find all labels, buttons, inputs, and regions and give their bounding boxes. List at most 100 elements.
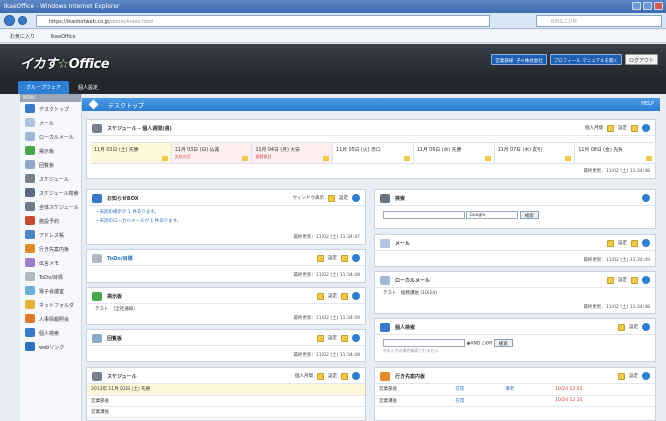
- refresh-icon[interactable]: [642, 124, 650, 132]
- add-schedule-icon[interactable]: [323, 156, 330, 161]
- edit-icon[interactable]: [341, 292, 348, 300]
- settings-link[interactable]: 設定: [328, 255, 337, 261]
- forward-button[interactable]: [18, 16, 27, 25]
- add-schedule-icon[interactable]: [565, 156, 572, 161]
- panel-title[interactable]: ToDo/目標: [107, 256, 133, 262]
- schedule-date-row[interactable]: 2013年 11月 02日 (土) 先勝: [87, 384, 365, 396]
- refresh-icon[interactable]: [352, 292, 360, 300]
- sidebar-item-person-search[interactable]: 個人検索: [20, 326, 81, 340]
- refresh-icon[interactable]: [352, 334, 360, 342]
- search-button[interactable]: 検索: [519, 211, 539, 219]
- sidebar-item-schedule-search[interactable]: スケジュール検索: [20, 186, 81, 200]
- notice-line[interactable]: ・未読のローカルメールが 1 件あります。: [95, 217, 357, 226]
- window-view-link[interactable]: ウィンドウ表示: [293, 195, 325, 201]
- sidebar-item-web-link[interactable]: webリンク: [20, 340, 81, 354]
- sidebar-item-schedule[interactable]: スケジュール: [20, 172, 81, 186]
- add-schedule-icon[interactable]: [242, 156, 249, 161]
- refresh-icon[interactable]: [352, 372, 360, 380]
- refresh-icon[interactable]: [642, 194, 650, 202]
- refresh-icon[interactable]: [352, 194, 360, 202]
- settings-link[interactable]: 設定: [618, 277, 627, 283]
- company-button[interactable]: 営業部様 ​ 子ㅌ株式会社: [491, 54, 547, 65]
- edit-icon[interactable]: [631, 124, 638, 132]
- add-schedule-icon[interactable]: [646, 156, 653, 161]
- edit-icon[interactable]: [341, 372, 348, 380]
- close-button[interactable]: [654, 2, 663, 10]
- favorite-tab[interactable]: IkaeOffice: [51, 34, 76, 40]
- person-search-input[interactable]: [383, 339, 465, 347]
- sidebar-item-memo[interactable]: 伝言メモ: [20, 256, 81, 270]
- settings-link[interactable]: 設定: [629, 373, 638, 379]
- web-search-input[interactable]: [383, 211, 465, 219]
- manual-button[interactable]: プロフィール マニュアルを開く: [549, 54, 622, 65]
- schedule-day-cell[interactable]: 11月 03日 (日) 仏滅 文化の日: [171, 143, 253, 163]
- schedule-day-cell[interactable]: 11月 04日 (月) 大安 振替休日: [252, 143, 334, 163]
- edit-icon[interactable]: [631, 239, 638, 247]
- logout-button[interactable]: ログアウト: [624, 54, 658, 65]
- settings-icon[interactable]: [618, 372, 625, 380]
- dest-extra[interactable]: [501, 395, 552, 407]
- edit-icon[interactable]: [341, 254, 348, 262]
- dest-status[interactable]: 在席: [451, 395, 502, 407]
- sidebar-item-circular[interactable]: 回覧板: [20, 158, 81, 172]
- dest-status[interactable]: 在席: [451, 384, 502, 396]
- maximize-button[interactable]: [643, 2, 652, 10]
- settings-link[interactable]: 設定: [328, 335, 337, 341]
- settings-link[interactable]: 設定: [629, 324, 638, 330]
- sidebar-item-board[interactable]: 掲示板: [20, 144, 81, 158]
- refresh-icon[interactable]: [642, 323, 650, 331]
- person-search-button[interactable]: 検索: [493, 339, 513, 347]
- sidebar-item-todo[interactable]: ToDo/目標: [20, 270, 81, 284]
- sidebar-item-mail[interactable]: メール: [20, 116, 81, 130]
- back-button[interactable]: [4, 15, 15, 26]
- refresh-icon[interactable]: [352, 254, 360, 262]
- sidebar-item-facility[interactable]: 施設予約: [20, 214, 81, 228]
- favorites-button[interactable]: お気に入り: [10, 34, 35, 40]
- personal-month-link[interactable]: 個人月間: [585, 125, 603, 131]
- local-mail-subject[interactable]: テスト: [383, 291, 397, 296]
- refresh-icon[interactable]: [642, 239, 650, 247]
- sidebar-item-conference[interactable]: 電子会議室: [20, 284, 81, 298]
- notice-line[interactable]: ・未読の掲示が 1 件あります。: [95, 208, 357, 217]
- settings-icon[interactable]: [317, 292, 324, 300]
- add-schedule-icon[interactable]: [161, 156, 168, 161]
- search-engine-select[interactable]: Google: [466, 211, 519, 219]
- schedule-day-cell[interactable]: 11月 02日 (土) 先勝: [91, 143, 172, 163]
- sidebar-item-local-mail[interactable]: ローカルメール: [20, 130, 81, 144]
- settings-icon[interactable]: [607, 276, 614, 284]
- sidebar-item-folder[interactable]: ネットフォルダ: [20, 298, 81, 312]
- schedule-day-cell[interactable]: 11月 07日 (木) 友引: [495, 143, 576, 163]
- add-schedule-icon[interactable]: [484, 156, 491, 161]
- settings-icon[interactable]: [328, 194, 335, 202]
- help-link[interactable]: HELP: [641, 101, 654, 107]
- refresh-icon[interactable]: [642, 372, 650, 380]
- edit-icon[interactable]: [341, 334, 348, 342]
- schedule-day-cell[interactable]: 11月 06日 (水) 先勝: [414, 143, 495, 163]
- settings-link[interactable]: 設定: [339, 195, 348, 201]
- edit-icon[interactable]: [631, 276, 638, 284]
- dest-extra[interactable]: 帰宅: [501, 384, 552, 396]
- settings-icon[interactable]: [607, 124, 614, 132]
- sidebar-item-destination[interactable]: 行き先案内板: [20, 242, 81, 256]
- browser-search-input[interactable]: BING.COM: [536, 15, 662, 27]
- settings-icon[interactable]: [317, 334, 324, 342]
- settings-link[interactable]: 設定: [328, 293, 337, 299]
- schedule-day-cell[interactable]: 11月 08日 (金) 先負: [575, 143, 657, 163]
- settings-icon[interactable]: [607, 239, 614, 247]
- sidebar-item-all-schedule[interactable]: 全体スケジュール: [20, 200, 81, 214]
- sidebar-item-address-book[interactable]: アドレス帳: [20, 228, 81, 242]
- app-logo[interactable]: イカす☆Office: [20, 53, 110, 72]
- minimize-button[interactable]: [632, 2, 641, 10]
- personal-month-link[interactable]: 個人月間: [295, 373, 313, 379]
- sidebar-item-personnel[interactable]: 人事情報照会: [20, 312, 81, 326]
- sidebar-item-home[interactable]: デスクトップ: [20, 102, 81, 116]
- settings-icon[interactable]: [317, 372, 324, 380]
- settings-link[interactable]: 設定: [618, 240, 627, 246]
- settings-icon[interactable]: [317, 254, 324, 262]
- settings-link[interactable]: 設定: [618, 125, 627, 131]
- add-schedule-icon[interactable]: [403, 156, 410, 161]
- board-item[interactable]: テスト ［全社通知］: [87, 304, 365, 314]
- schedule-day-cell[interactable]: 11月 05日 (火) 赤口: [333, 143, 414, 163]
- tab-groupware[interactable]: グループウェア: [18, 81, 69, 94]
- url-field[interactable]: https://ikaohotweb.co.jp/demo/index.html: [36, 15, 490, 27]
